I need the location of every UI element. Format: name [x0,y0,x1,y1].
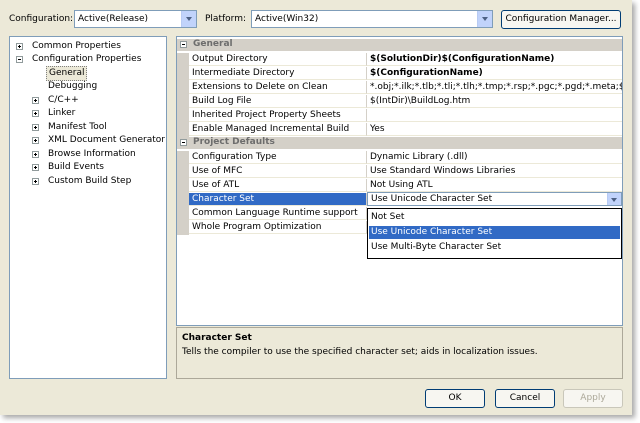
tree-item-label: Build Events [48,162,104,172]
property-value[interactable]: Yes [367,123,622,136]
collapse-icon[interactable] [180,41,187,48]
expand-icon[interactable] [32,151,39,158]
tree-item-label: Custom Build Step [48,176,132,186]
property-row[interactable]: Output Directory $(SolutionDir)$(Configur… [177,53,622,67]
tree-item-label: Browse Information [48,149,136,159]
row-gutter [177,193,189,207]
dropdown-option[interactable]: Use Unicode Character Set [369,226,620,239]
property-value[interactable] [367,109,622,122]
row-gutter [177,221,189,235]
row-gutter [177,151,189,165]
platform-select[interactable]: Active(Win32) [251,10,493,28]
property-row[interactable]: Inherited Project Property Sheets [177,109,622,123]
expand-icon[interactable] [32,137,39,144]
platform-label: Platform: [205,14,246,24]
configuration-label: Configuration: [9,14,74,24]
configuration-manager-button[interactable]: Configuration Manager... [501,10,621,29]
chevron-down-icon[interactable] [181,11,196,27]
chevron-down-icon[interactable] [477,11,492,27]
apply-button[interactable]: Apply [563,389,623,408]
description-text: Tells the compiler to use the specified … [182,347,538,357]
tree-item-label: Debugging [48,81,98,91]
row-gutter [177,67,189,81]
row-gutter [177,109,189,123]
property-name: Output Directory [189,53,367,66]
tree-item-label: Linker [48,108,76,118]
chevron-down-icon[interactable] [607,193,621,205]
property-name: Use of MFC [189,165,367,178]
property-name: Character Set [189,193,367,206]
description-panel: Character Set Tells the compiler to use … [176,327,623,379]
dropdown-option[interactable]: Use Multi-Byte Character Set [369,241,620,254]
character-set-dropdown-list: Not Set Use Unicode Character Set Use Mult… [367,208,622,259]
property-value[interactable]: Not Using ATL [367,179,622,192]
property-value[interactable]: $(IntDir)\BuildLog.htm [367,95,622,108]
property-value[interactable]: Dynamic Library (.dll) [367,151,622,164]
property-name: Extensions to Delete on Clean [189,81,367,94]
property-value[interactable]: Use Unicode Character Set [367,192,622,206]
property-name: Use of ATL [189,179,367,192]
property-row[interactable]: Character Set Use Unicode Character Set [177,192,622,207]
property-name: Enable Managed Incremental Build [189,123,367,136]
ok-button[interactable]: OK [425,389,485,408]
tree-item-label: XML Document Generator [48,135,165,145]
property-name: Configuration Type [189,151,367,164]
cancel-button[interactable]: Cancel [495,389,555,408]
expand-icon[interactable] [32,97,39,104]
collapse-icon[interactable] [180,139,187,146]
configuration-select[interactable]: Active(Release) [74,10,197,28]
row-gutter [177,179,189,193]
property-row[interactable]: Use of MFC Use Standard Windows Libraries [177,165,622,179]
tree-item-label: Configuration Properties [32,54,142,64]
property-name: Intermediate Directory [189,67,367,80]
tree-item-label: C/C++ [48,95,79,105]
category-header[interactable]: Project Defaults [177,137,622,149]
property-name: Whole Program Optimization [189,221,367,234]
row-gutter [177,165,189,179]
property-row[interactable]: Use of ATL Not Using ATL [177,179,622,193]
property-value[interactable]: $(SolutionDir)$(ConfigurationName) [367,53,622,66]
property-row[interactable]: Configuration Type Dynamic Library (.dll) [177,151,622,165]
tree-item-label: General [46,66,88,81]
category-title: Project Defaults [193,137,275,147]
property-value[interactable]: Use Standard Windows Libraries [367,165,622,178]
property-row[interactable]: Extensions to Delete on Clean *.obj;*.ilk… [177,81,622,95]
row-gutter [177,207,189,221]
dropdown-option[interactable]: Not Set [369,211,620,224]
property-value[interactable]: $(ConfigurationName) [367,67,622,80]
expand-icon[interactable] [32,110,39,117]
property-name: Inherited Project Property Sheets [189,109,367,122]
platform-value: Active(Win32) [255,14,319,24]
row-gutter [177,81,189,95]
category-header[interactable]: General [177,39,622,51]
expand-icon[interactable] [32,124,39,131]
category-title: General [193,39,233,49]
row-gutter [177,95,189,109]
property-name: Common Language Runtime support [189,207,367,220]
arrow-glyph [611,198,617,202]
description-title: Character Set [182,333,252,343]
property-row[interactable]: Intermediate Directory $(ConfigurationNam… [177,67,622,81]
property-row[interactable]: Enable Managed Incremental Build Yes [177,123,622,137]
property-row[interactable]: Build Log File $(IntDir)\BuildLog.htm [177,95,622,109]
property-grid: General Output Directory $(SolutionDir)$(C… [176,36,623,326]
tree-item-label: Common Properties [32,41,121,51]
property-pages-dialog: Configuration: Active(Release) Platform:… [0,0,632,415]
property-value[interactable]: *.obj;*.ilk;*.tlb;*.tli;*.tlh;*.tmp;*.rs… [367,81,622,94]
expand-icon[interactable] [16,43,23,50]
tree-item-label: Manifest Tool [48,122,107,132]
row-gutter [177,53,189,67]
configuration-value: Active(Release) [78,14,149,24]
expand-icon[interactable] [32,164,39,171]
property-name: Build Log File [189,95,367,108]
collapse-icon[interactable] [16,56,23,63]
row-gutter [177,123,189,137]
expand-icon[interactable] [32,178,39,185]
property-tree: Common Properties Configuration Propertie… [9,36,167,379]
